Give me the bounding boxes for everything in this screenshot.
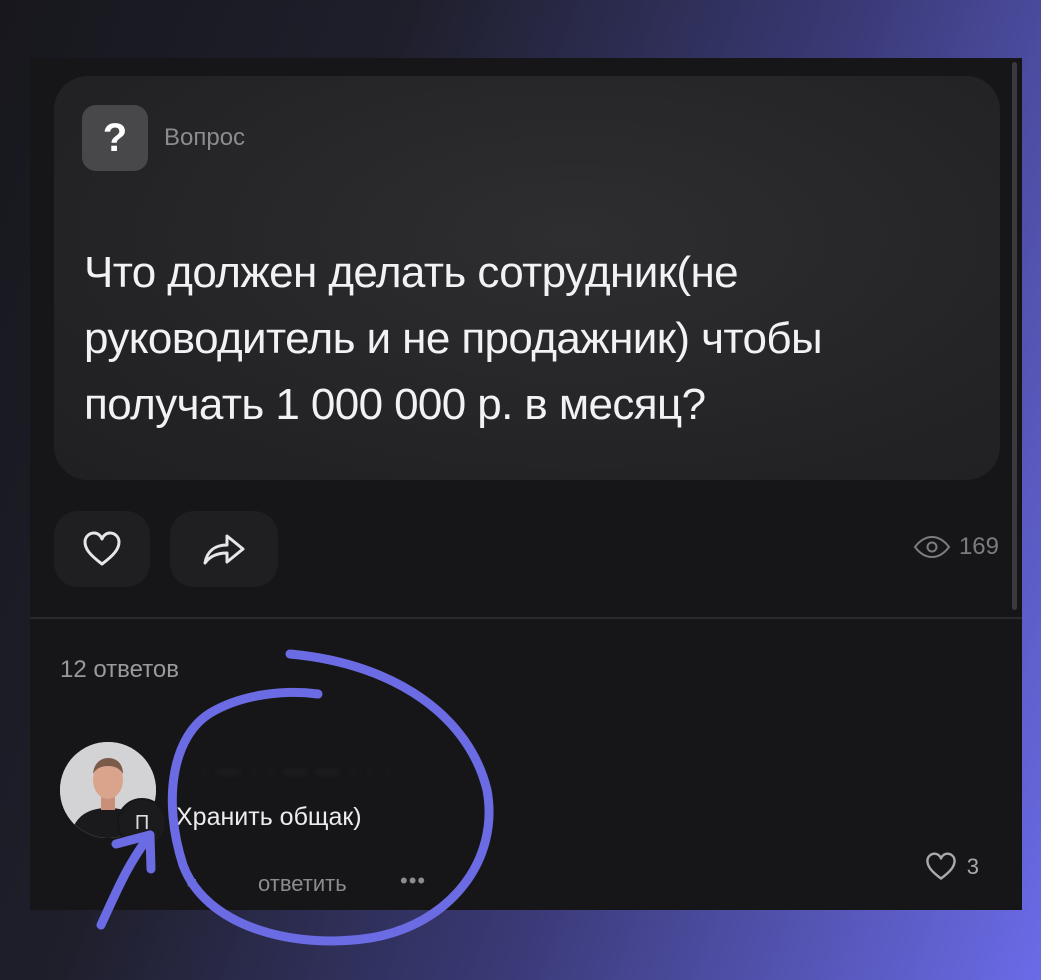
- comment-time: ч: [186, 871, 198, 896]
- share-arrow-icon: [203, 534, 245, 565]
- like-button[interactable]: [54, 511, 150, 587]
- eye-icon: [913, 536, 951, 558]
- views-counter: 169: [913, 533, 999, 561]
- answers-count: 12 ответов: [60, 656, 180, 683]
- share-button[interactable]: [170, 511, 278, 587]
- question-text: Что должен делать сотрудник(не руководит…: [84, 248, 823, 429]
- heart-outline-icon: [925, 852, 956, 880]
- question-type-label: Вопрос: [164, 124, 246, 151]
- heart-outline-icon: [83, 531, 121, 566]
- comment-text: Хранить общак): [176, 803, 362, 831]
- views-count: 169: [958, 533, 999, 560]
- comment-like-button[interactable]: 3: [925, 852, 979, 881]
- question-badge: ?: [82, 105, 148, 171]
- author-name[interactable]: · — · · — — · · ·: [200, 758, 393, 784]
- reply-button[interactable]: ответить: [258, 871, 347, 897]
- comment-like-count: 3: [966, 853, 979, 879]
- scrollbar[interactable]: [1012, 62, 1017, 610]
- divider: [30, 617, 1022, 619]
- author-badge: П: [117, 798, 167, 848]
- more-options-button[interactable]: •••: [400, 868, 426, 894]
- question-mark-icon: ?: [102, 115, 128, 160]
